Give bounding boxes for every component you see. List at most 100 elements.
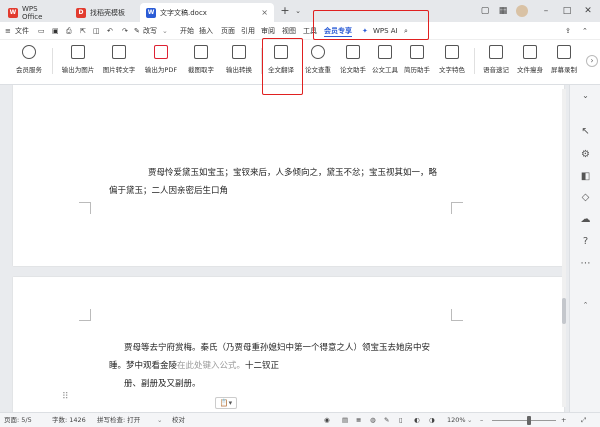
paste-options-icon[interactable]: 📋▾	[215, 397, 237, 409]
screen-record-button[interactable]: 屏幕录制	[547, 43, 581, 79]
image-to-text-button[interactable]: 图片转文字	[100, 43, 138, 79]
ribbon-label: 语音速记	[483, 66, 509, 74]
menu-view[interactable]: 视图	[282, 25, 296, 37]
scrollbar-thumb[interactable]	[562, 298, 566, 324]
plagiarism-check-button[interactable]: 论文查重	[301, 43, 335, 79]
select-cursor-icon[interactable]: ↖	[579, 125, 592, 138]
undo-icon[interactable]: ↶	[107, 25, 113, 37]
convert-icon	[232, 45, 246, 59]
docer-icon: D	[76, 7, 86, 18]
margin-marker	[451, 309, 463, 321]
close-window-icon[interactable]: ✕	[582, 5, 594, 17]
paragraph-line[interactable]: 贾母怜爱黛玉如宝玉；宝钗来后，人多倾向之，黛玉不忿；宝玉视其如一，略	[148, 164, 437, 182]
page: 贾母等去宁府赏梅。秦氏（乃贾母重孙媳妇中第一个得意之人）领宝玉去她房中安 睡。梦…	[13, 277, 564, 412]
export-pdf-button[interactable]: 输出为PDF	[141, 43, 181, 79]
style-icon[interactable]: ◧	[579, 170, 592, 183]
menu-references[interactable]: 引用	[241, 25, 255, 37]
ribbon-label: 输出为图片	[61, 66, 95, 74]
page-view-icon[interactable]: ▤	[342, 415, 348, 426]
outline-view-icon[interactable]: ≣	[356, 415, 361, 426]
new-tab-button[interactable]: +	[279, 5, 291, 17]
title-bar: W WPS Office D 找稻壳模板 W 文字文稿.docx × + ⌄ ▢…	[0, 0, 600, 22]
export-convert-button[interactable]: 输出转换	[221, 43, 257, 79]
cloud-icon[interactable]: ☁	[579, 213, 592, 226]
help-icon[interactable]: ?	[579, 235, 592, 248]
write-icon[interactable]: ✎	[384, 415, 389, 426]
minimize-icon[interactable]: –	[540, 5, 552, 17]
screen-record-icon	[557, 45, 571, 59]
paragraph-line[interactable]: 睡。梦中观看金陵在此处键入公式。十二钗正	[109, 357, 279, 375]
screenshot-text-button[interactable]: 截图取字	[184, 43, 218, 79]
tab-wps-office[interactable]: W WPS Office	[2, 3, 66, 22]
paragraph-line[interactable]: 偏于黛玉；二人因亲密后生口角	[109, 182, 228, 200]
tablet-mode-icon[interactable]: ▢	[479, 5, 491, 17]
drag-handle-icon[interactable]: ⠿	[62, 392, 69, 402]
spell-check-status[interactable]: 拼写检查: 打开	[97, 415, 140, 426]
folder-icon[interactable]: ▭	[38, 25, 45, 37]
menu-page[interactable]: 页面	[221, 25, 235, 37]
ribbon-label: 论文查重	[305, 66, 331, 74]
adjust-icon[interactable]: ⚙	[579, 148, 592, 161]
read-mode-icon[interactable]: ▯	[399, 415, 403, 426]
more-menu-icon[interactable]: ⌃	[582, 25, 588, 37]
menu-insert[interactable]: 插入	[199, 25, 213, 37]
export-icon[interactable]: ⇱	[80, 25, 86, 37]
save-icon[interactable]: ▣	[52, 25, 59, 37]
tab-docer[interactable]: D 找稻壳模板	[70, 3, 136, 22]
spell-chevron-icon[interactable]: ⌄	[157, 415, 162, 426]
paper-assistant-button[interactable]: 论文助手	[337, 43, 369, 79]
hamburger-icon[interactable]: ≡	[5, 25, 11, 37]
zoom-level[interactable]: 120%	[447, 415, 466, 426]
official-doc-tools-button[interactable]: 公文工具	[370, 43, 400, 79]
zoom-slider[interactable]	[492, 420, 556, 421]
menu-modify[interactable]: 改写	[143, 25, 157, 37]
word-count[interactable]: 字数: 1426	[52, 415, 86, 426]
more-icon[interactable]: ⋯	[579, 257, 592, 270]
menu-file[interactable]: 文件	[15, 25, 29, 37]
tab-list-chevron-icon[interactable]: ⌄	[292, 5, 304, 17]
text-features-button[interactable]: 文字特色	[434, 43, 470, 79]
voice-notes-button[interactable]: 语音速记	[480, 43, 512, 79]
member-services-button[interactable]: 会员服务	[11, 43, 47, 79]
ribbon-label: 图片转文字	[102, 66, 136, 74]
close-tab-icon[interactable]: ×	[261, 8, 268, 17]
paragraph-line[interactable]: 册、副册及又副册。	[124, 375, 201, 393]
resume-assistant-button[interactable]: 简历助手	[402, 43, 432, 79]
eye-icon[interactable]: ◉	[324, 415, 330, 426]
menu-home[interactable]: 开始	[180, 25, 194, 37]
more-chevron-icon[interactable]: ⌄	[162, 25, 168, 37]
zoom-in-icon[interactable]: +	[561, 415, 566, 426]
redo-icon[interactable]: ↷	[122, 25, 128, 37]
shape-icon[interactable]: ◇	[579, 191, 592, 204]
page-indicator[interactable]: 页面: 5/5	[4, 415, 32, 426]
layout-grid-icon[interactable]: ▦	[497, 5, 509, 17]
paper-icon	[346, 45, 360, 59]
print-icon[interactable]: ⎙	[66, 25, 72, 37]
eye-care-icon[interactable]: ◑	[429, 415, 435, 426]
proofread-button[interactable]: 校对	[172, 415, 185, 426]
menu-review[interactable]: 审阅	[261, 25, 275, 37]
zoom-slider-handle[interactable]	[527, 416, 531, 425]
preview-icon[interactable]: ◫	[93, 25, 100, 37]
share-icon[interactable]: ⇪	[565, 25, 571, 37]
maximize-icon[interactable]: □	[561, 5, 573, 17]
margin-marker	[451, 202, 463, 214]
right-sidebar: ⌄ ↖ ⚙ ◧ ◇ ☁ ? ⋯ ⌃	[569, 85, 600, 412]
ribbon-scroll-right-icon[interactable]: ›	[586, 55, 598, 67]
export-image-button[interactable]: 输出为图片	[59, 43, 97, 79]
collapse-chevron-icon[interactable]: ⌄	[579, 89, 592, 102]
text-features-icon	[445, 45, 459, 59]
vertical-scrollbar[interactable]	[562, 89, 566, 407]
file-slim-button[interactable]: 文件瘦身	[514, 43, 546, 79]
formula-placeholder[interactable]: 在此处键入公式。	[177, 361, 245, 371]
fit-page-icon[interactable]: ⤢	[581, 415, 586, 426]
modify-icon[interactable]: ✎	[134, 25, 140, 37]
zoom-chevron-icon[interactable]: ⌄	[467, 415, 472, 426]
translate-view-icon[interactable]: ◐	[414, 415, 420, 426]
tab-document[interactable]: W 文字文稿.docx ×	[140, 3, 274, 22]
zoom-out-icon[interactable]: –	[480, 415, 483, 426]
web-view-icon[interactable]: ◍	[370, 415, 376, 426]
paragraph-line[interactable]: 贾母等去宁府赏梅。秦氏（乃贾母重孙媳妇中第一个得意之人）领宝玉去她房中安	[124, 339, 430, 357]
avatar[interactable]	[516, 5, 528, 17]
scroll-up-icon[interactable]: ⌃	[579, 299, 592, 312]
